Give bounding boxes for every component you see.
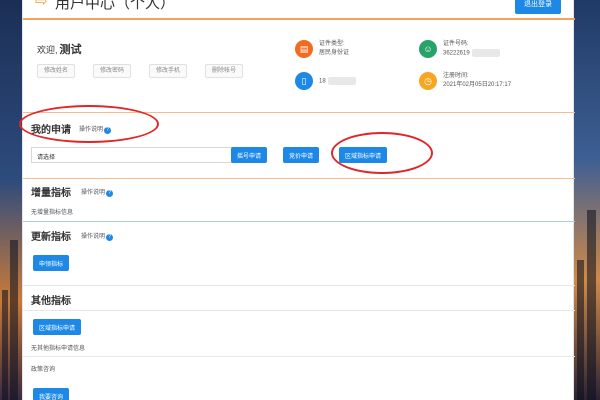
edit-name-button[interactable]: 修改姓名 — [37, 64, 76, 78]
logout-button[interactable]: 退出登录 — [515, 0, 561, 14]
section-divider — [23, 178, 575, 179]
annotation-oval — [19, 105, 159, 143]
masked-phone — [327, 77, 356, 85]
bid-apply-button[interactable]: 竞价申请 — [283, 147, 320, 163]
id-type-label: 证件类型: — [319, 41, 345, 47]
welcome-text: 欢迎, 测试 — [37, 41, 82, 57]
page-header: ⇨ 用户中心（个人） 退出登录 — [23, 0, 575, 20]
greeting-label: 欢迎, — [37, 45, 58, 55]
help-label: 操作说明 — [81, 234, 106, 240]
phone-value: 18 — [319, 78, 326, 85]
phone-info: ▯ 18 — [295, 72, 356, 90]
right-background-image — [574, 0, 600, 400]
user-card-icon: ☺ — [419, 40, 437, 58]
renew-help[interactable]: 操作说明? — [81, 231, 114, 241]
title-arrow-icon: ⇨ — [35, 0, 48, 10]
change-phone-button[interactable]: 修改手机 — [149, 64, 188, 78]
question-icon: ? — [106, 234, 114, 241]
consult-button[interactable]: 我要咨询 — [33, 388, 70, 400]
lottery-apply-button[interactable]: 摇号申请 — [231, 147, 268, 163]
section-divider — [23, 310, 575, 311]
delete-account-button[interactable]: 删除帐号 — [205, 64, 244, 78]
help-label: 操作说明 — [81, 190, 106, 196]
question-icon: ? — [106, 190, 114, 197]
phone-icon: ▯ — [295, 72, 313, 90]
other-empty-text: 无其他指标申请信息 — [31, 346, 86, 352]
select-value: 请选择 — [37, 155, 56, 161]
register-time-info: ◷ 注册时间: 2021年02月05日20:17:17 — [419, 72, 511, 90]
id-card-icon: ▤ — [295, 40, 313, 58]
id-number-info: ☺ 证件号码: 36222619 — [419, 40, 500, 59]
renew-title: 更新指标 — [31, 232, 71, 243]
annotation-oval — [331, 132, 433, 174]
increment-empty-text: 无增量指标信息 — [31, 210, 74, 216]
section-divider — [23, 356, 575, 357]
id-number-value: 36222619 — [443, 50, 470, 57]
change-password-button[interactable]: 修改密码 — [93, 64, 132, 78]
other-title: 其他指标 — [31, 296, 71, 307]
left-background-image — [0, 0, 22, 400]
register-time-value: 2021年02月05日20:17:17 — [443, 82, 512, 88]
policy-consult-title: 政策咨询 — [31, 367, 56, 373]
section-divider — [23, 285, 575, 286]
increment-title: 增量指标 — [31, 188, 71, 199]
user-name: 测试 — [59, 44, 82, 56]
apply-type-select[interactable]: 请选择 ▼ — [31, 147, 247, 163]
increment-help[interactable]: 操作说明? — [81, 187, 114, 197]
section-divider — [23, 221, 575, 222]
id-number-label: 证件号码: — [443, 41, 469, 47]
id-type-info: ▤ 证件类型: 居民身份证 — [295, 40, 349, 58]
claim-quota-button[interactable]: 申领指标 — [33, 255, 70, 271]
id-type-value: 居民身份证 — [319, 50, 350, 56]
user-center-panel: ⇨ 用户中心（个人） 退出登录 欢迎, 测试 修改姓名 修改密码 修改手机 删除帐… — [19, 0, 575, 400]
clock-icon: ◷ — [419, 72, 437, 90]
other-region-apply-button[interactable]: 区域指标申请 — [33, 319, 82, 335]
masked-id-number — [471, 49, 500, 57]
register-time-label: 注册时间: — [443, 73, 469, 79]
page-title: 用户中心（个人） — [55, 0, 176, 12]
